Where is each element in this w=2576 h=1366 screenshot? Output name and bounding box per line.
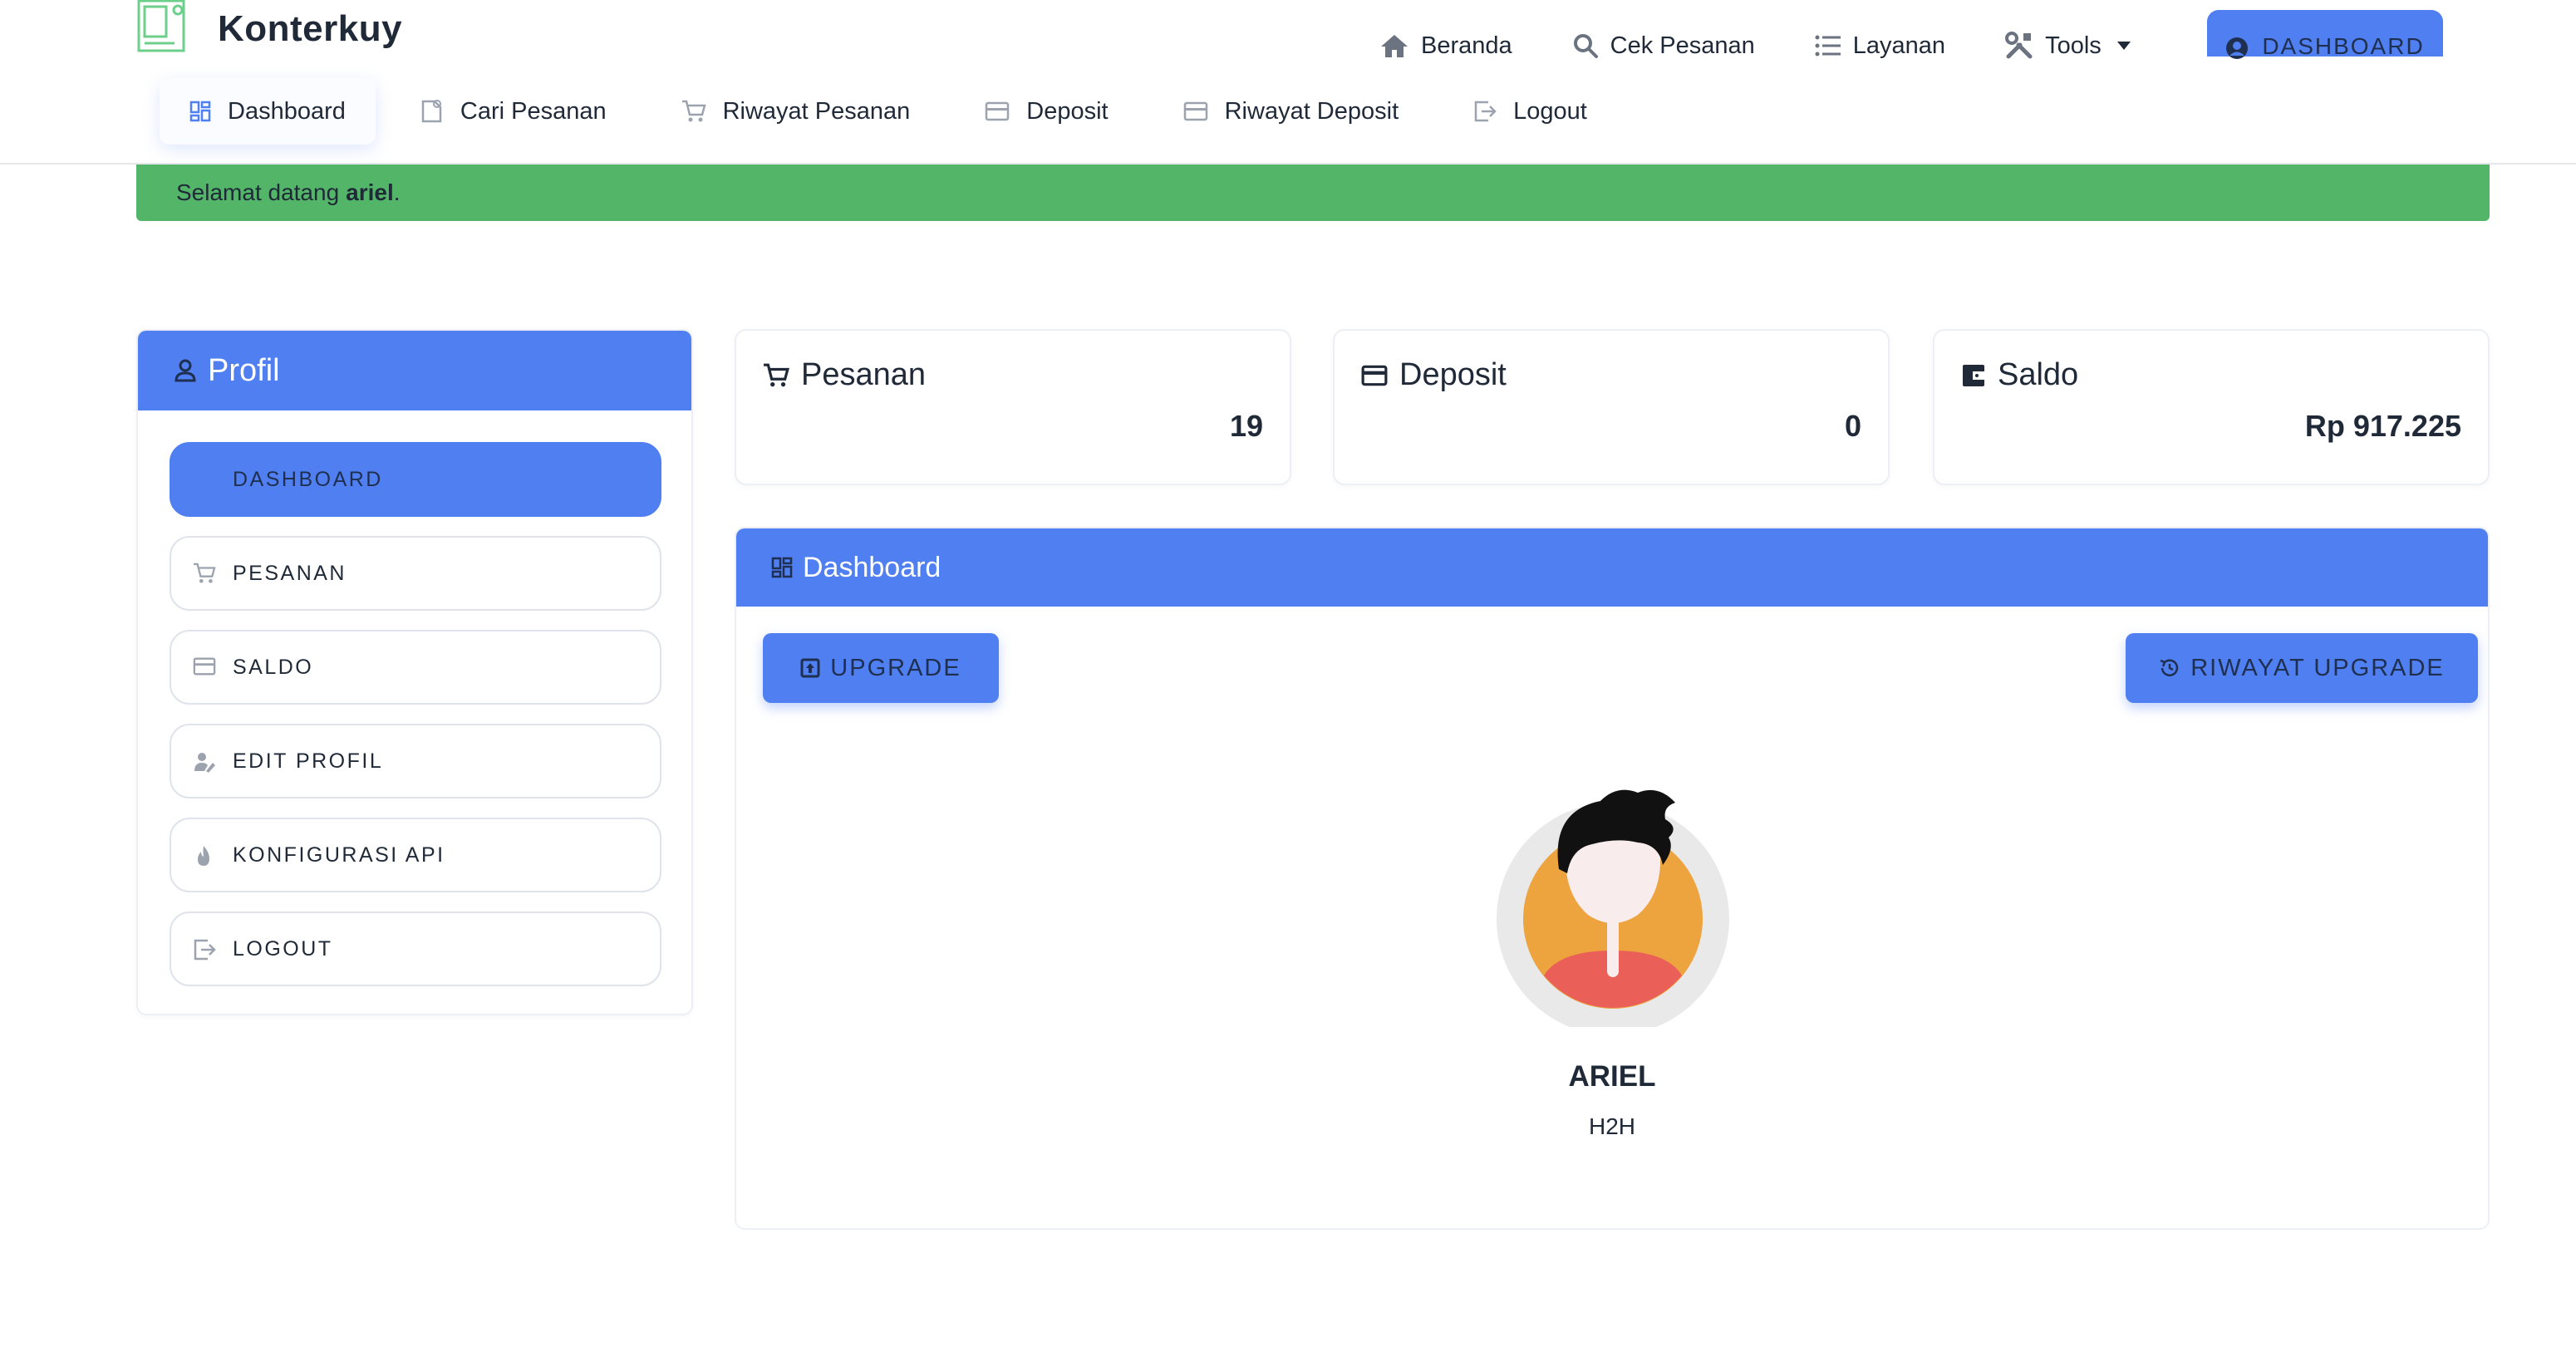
dashboard-top-label: DASHBOARD [2262, 33, 2425, 59]
dashboard-title: Dashboard [803, 551, 941, 583]
upgrade-icon [800, 658, 820, 678]
list-icon [1815, 35, 1841, 57]
subnav-deposit[interactable]: Deposit [955, 78, 1138, 145]
search-icon [1573, 34, 1598, 58]
profile-title: Profil [208, 352, 280, 388]
upgrade-button[interactable]: UPGRADE [763, 633, 999, 703]
menu-label: DASHBOARD [233, 467, 383, 491]
menu-label: KONFIGURASI API [233, 843, 445, 867]
logout-icon [194, 939, 216, 961]
dashboard-top-button[interactable]: DASHBOARD [2207, 10, 2443, 59]
topnav-label: Tools [2045, 32, 2102, 59]
subnav-label: Riwayat Deposit [1224, 97, 1399, 125]
menu-label: EDIT PROFIL [233, 749, 384, 773]
menu-edit-profil[interactable]: EDIT PROFIL [170, 724, 661, 798]
menu-label: LOGOUT [233, 936, 333, 961]
user-avatar [1492, 778, 1733, 1035]
subnav-label: Logout [1513, 97, 1587, 125]
menu-dashboard[interactable]: DASHBOARD [170, 442, 661, 517]
grid-icon [189, 101, 211, 122]
sub-nav: Dashboard Cari Pesanan Riwayat Pesanan D… [160, 78, 1632, 145]
upgrade-label: UPGRADE [830, 654, 961, 681]
stat-title-text: Pesanan [801, 357, 927, 392]
menu-label: SALDO [233, 655, 314, 679]
menu-pesanan[interactable]: PESANAN [170, 536, 661, 611]
dashboard-header: Dashboard [736, 528, 2488, 607]
card-icon [1183, 101, 1207, 121]
stat-title-text: Saldo [1998, 357, 2079, 392]
subnav-label: Dashboard [228, 97, 346, 125]
stat-value: 0 [1844, 409, 1861, 443]
user-icon [175, 359, 196, 382]
riwayat-upgrade-button[interactable]: RIWAYAT UPGRADE [2126, 633, 2478, 703]
topnav-label: Layanan [1852, 32, 1946, 59]
caret-down-icon [2116, 42, 2131, 50]
topnav-tools[interactable]: Tools [2005, 32, 2143, 60]
menu-logout[interactable]: LOGOUT [170, 911, 661, 986]
logo-icon [136, 0, 189, 53]
topnav-label: Cek Pesanan [1610, 32, 1755, 59]
tools-icon [2005, 32, 2033, 59]
subnav-label: Riwayat Pesanan [722, 97, 911, 125]
subnav-label: Deposit [1026, 97, 1109, 125]
card-icon [986, 101, 1010, 121]
card-icon [193, 657, 216, 676]
profile-header: Profil [138, 331, 691, 410]
stat-title-text: Deposit [1399, 357, 1507, 392]
fire-icon [198, 846, 209, 866]
alert-prefix: Selamat datang [176, 179, 340, 205]
subnav-dashboard[interactable]: Dashboard [160, 78, 376, 145]
stat-value: 19 [1229, 409, 1263, 443]
profile-card: Profil DASHBOARD PESANAN SALDO EDIT PROF… [136, 329, 693, 1015]
subnav-logout[interactable]: Logout [1443, 78, 1617, 145]
top-nav: Beranda Cek Pesanan Layanan Tools [1379, 25, 2203, 66]
stat-card-saldo: Saldo Rp 917.225 [1933, 329, 2490, 485]
user-name: ARIEL [1568, 1060, 1656, 1093]
user-circle-icon [2226, 37, 2249, 59]
topnav-layanan[interactable]: Layanan [1815, 32, 1945, 60]
stat-title: Saldo [1961, 357, 2078, 393]
logout-icon [1474, 101, 1497, 122]
stat-title: Deposit [1361, 357, 1507, 393]
card-icon [1361, 365, 1388, 386]
stat-title: Pesanan [763, 357, 926, 393]
alert-suffix: . [393, 179, 401, 205]
subnav-riwayat-deposit[interactable]: Riwayat Deposit [1153, 78, 1429, 145]
topnav-beranda[interactable]: Beranda [1379, 32, 1512, 60]
stat-card-deposit: Deposit 0 [1333, 329, 1890, 485]
riwayat-upgrade-label: RIWAYAT UPGRADE [2190, 654, 2445, 681]
brand-logo[interactable]: Konterkuy [136, 0, 402, 58]
user-role: H2H [1588, 1113, 1635, 1139]
home-icon [1381, 35, 1408, 57]
menu-konfigurasi-api[interactable]: KONFIGURASI API [170, 818, 661, 892]
topnav-label: Beranda [1421, 32, 1512, 59]
cart-icon [681, 100, 706, 122]
dashboard-card: Dashboard UPGRADE RIWAYAT UPGRADE ARIEL … [735, 527, 2490, 1230]
alert-username: ariel [346, 179, 394, 205]
profile-menu: DASHBOARD PESANAN SALDO EDIT PROFIL KONF… [170, 442, 661, 1005]
subnav-cari-pesanan[interactable]: Cari Pesanan [391, 78, 637, 145]
cart-icon [764, 363, 789, 386]
header: Konterkuy Beranda Cek Pesanan Layanan To… [0, 0, 2576, 165]
welcome-alert: Selamat datang ariel. [136, 165, 2490, 221]
menu-label: PESANAN [233, 561, 347, 585]
stat-value: Rp 917.225 [2304, 409, 2461, 443]
user-edit-icon [194, 753, 215, 773]
cart-icon [194, 563, 216, 583]
search-doc-icon [421, 100, 442, 123]
stat-card-pesanan: Pesanan 19 [735, 329, 1291, 485]
topnav-cek-pesanan[interactable]: Cek Pesanan [1572, 32, 1755, 60]
wallet-icon [1963, 364, 1984, 386]
subnav-label: Cari Pesanan [460, 97, 607, 125]
brand-name: Konterkuy [218, 8, 403, 49]
menu-saldo[interactable]: SALDO [170, 630, 661, 705]
history-icon [2160, 659, 2179, 676]
subnav-riwayat-pesanan[interactable]: Riwayat Pesanan [651, 78, 941, 145]
grid-icon [771, 557, 793, 578]
